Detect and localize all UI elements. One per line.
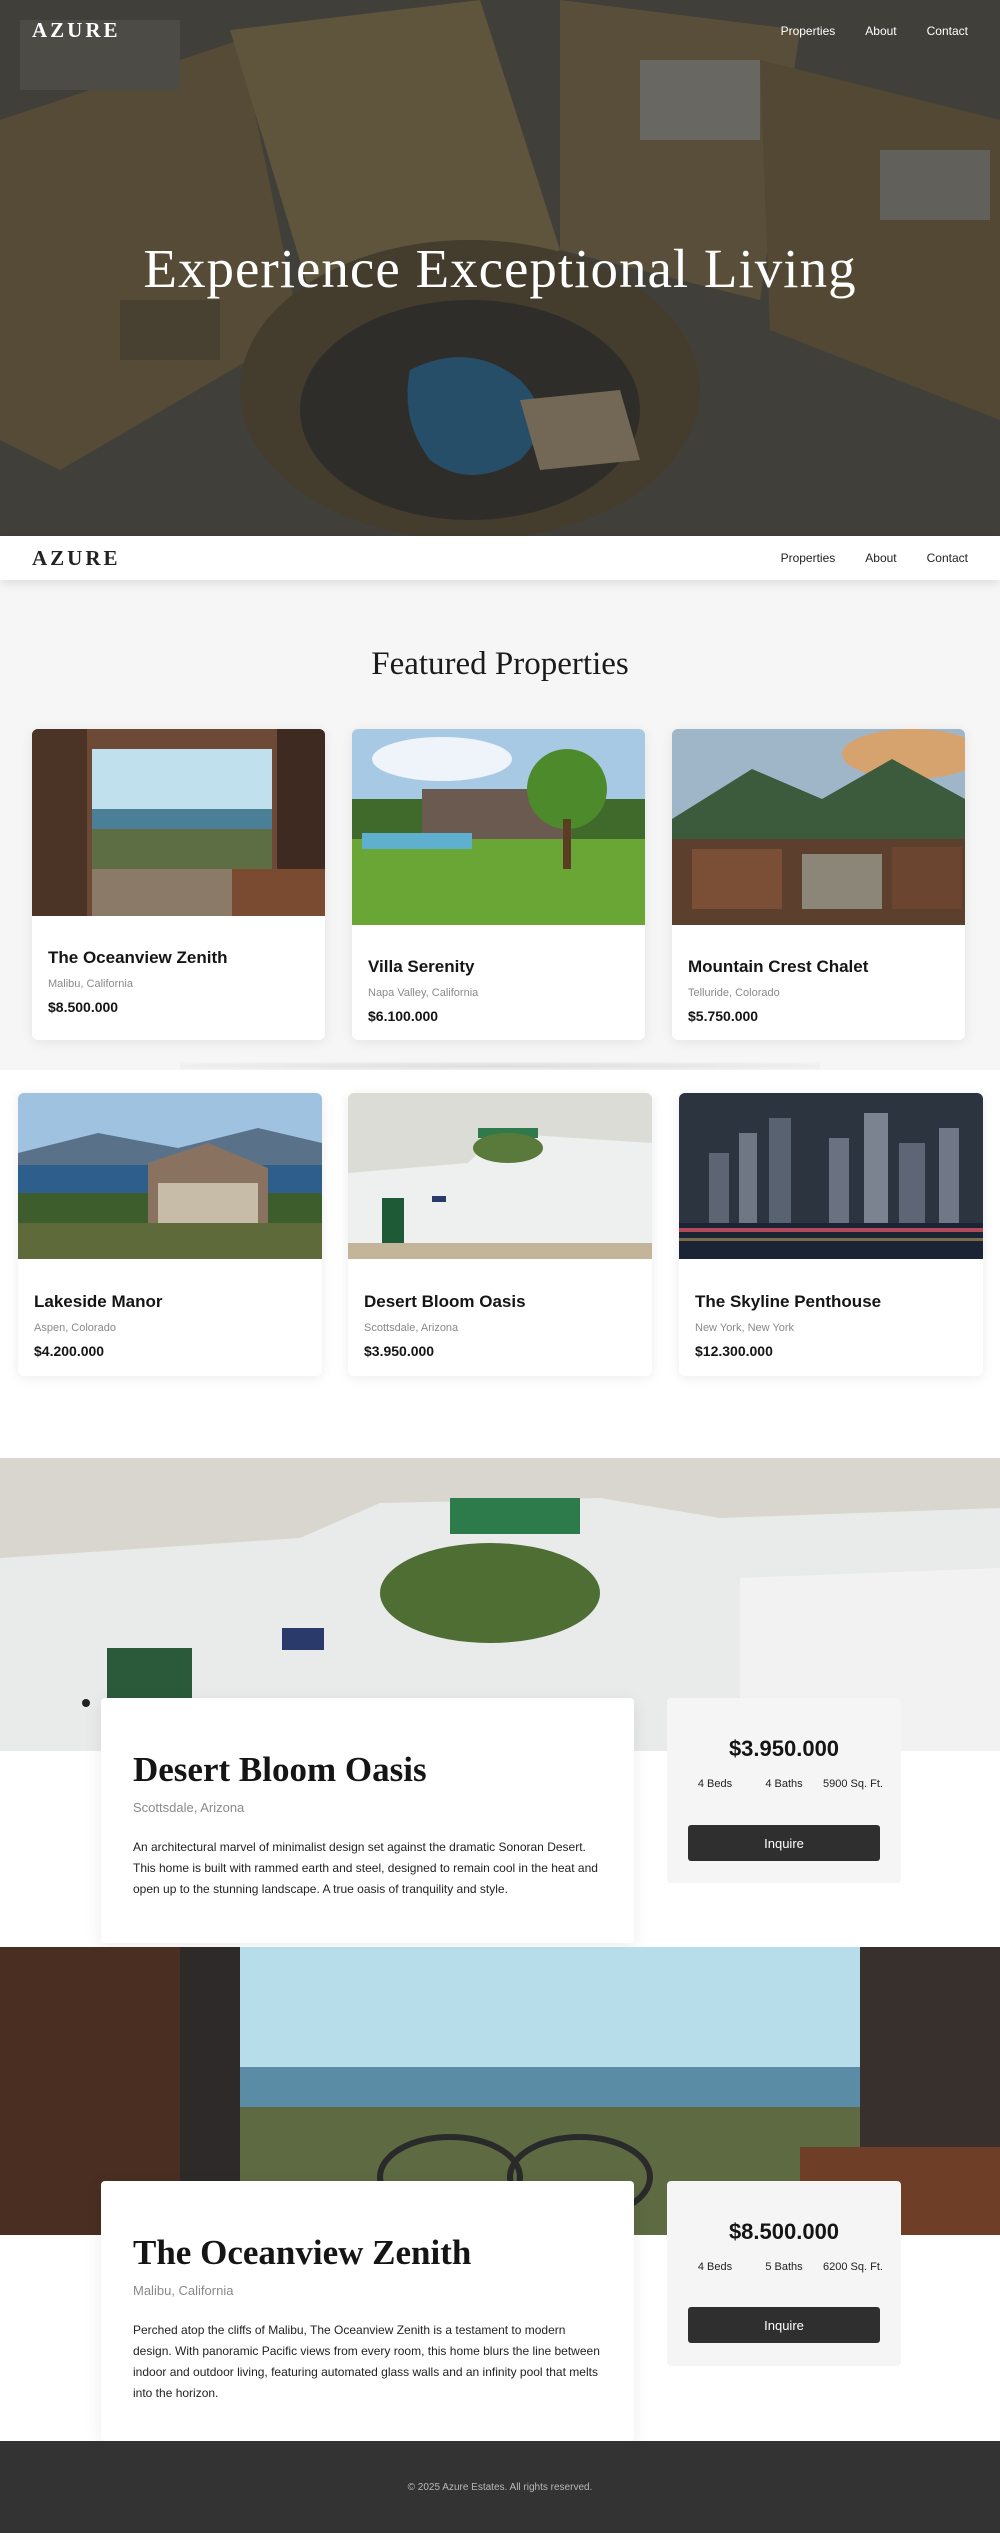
nav-link-contact[interactable]: Contact (927, 24, 968, 38)
property-image-mountain-crest (672, 729, 965, 925)
nav-link-properties[interactable]: Properties (781, 551, 836, 565)
nav-link-about[interactable]: About (865, 551, 896, 565)
property-card-title: Lakeside Manor (34, 1292, 163, 1311)
detail-location: Malibu, California (133, 2283, 234, 2298)
property-card-location: Malibu, California (48, 978, 133, 990)
detail-title: Desert Bloom Oasis (133, 1750, 427, 1789)
baths-count: 4 Baths (765, 1778, 803, 1790)
baths-count: 5 Baths (765, 2261, 803, 2273)
hero-section: AZURE Properties About Contact Experienc… (0, 0, 1000, 536)
property-card-location: Aspen, Colorado (34, 1322, 116, 1334)
property-card-title: The Oceanview Zenith (48, 948, 228, 967)
property-card-desert-bloom[interactable]: Desert Bloom Oasis Scottsdale, Arizona $… (348, 1093, 652, 1376)
property-card-price: $4.200.000 (34, 1343, 105, 1359)
price-panel-desert-bloom: $3.950.000 4 Beds 4 Baths 5900 Sq. Ft. I… (667, 1698, 901, 1883)
detail-card-oceanview: The Oceanview Zenith Malibu, California … (101, 2181, 634, 2441)
property-card-price: $8.500.000 (48, 999, 119, 1015)
footer-copyright: © 2025 Azure Estates. All rights reserve… (407, 2482, 593, 2493)
inquire-button[interactable]: Inquire (688, 1825, 880, 1861)
property-card-title: Desert Bloom Oasis (364, 1292, 526, 1311)
hero-title: Experience Exceptional Living (143, 238, 857, 299)
property-card-location: Napa Valley, California (368, 987, 479, 999)
divider-shadow (180, 1062, 820, 1070)
detail-card-desert-bloom: Desert Bloom Oasis Scottsdale, Arizona A… (101, 1698, 634, 1943)
property-card-mountain-crest[interactable]: Mountain Crest Chalet Telluride, Colorad… (672, 729, 965, 1040)
featured-section: Featured Properties The Oceanview Zenith… (0, 580, 1000, 1070)
detail-specs: 4 Beds 5 Baths 6200 Sq. Ft. (685, 2261, 883, 2273)
beds-count: 4 Beds (697, 2261, 733, 2273)
property-card-price: $12.300.000 (695, 1343, 773, 1359)
inquire-button[interactable]: Inquire (688, 2307, 880, 2343)
property-card-location: New York, New York (695, 1322, 795, 1334)
property-image-oceanview (32, 729, 325, 916)
beds-count: 4 Beds (697, 1778, 733, 1790)
detail-location: Scottsdale, Arizona (133, 1800, 245, 1815)
property-card-villa-serenity[interactable]: Villa Serenity Napa Valley, California $… (352, 729, 645, 1040)
property-card-skyline[interactable]: The Skyline Penthouse New York, New York… (679, 1093, 983, 1376)
property-card-price: $5.750.000 (688, 1008, 759, 1024)
nav-link-about[interactable]: About (865, 24, 896, 38)
property-card-price: $3.950.000 (364, 1343, 435, 1359)
price-panel-oceanview: $8.500.000 4 Beds 5 Baths 6200 Sq. Ft. I… (667, 2181, 901, 2366)
nav-link-properties[interactable]: Properties (781, 24, 836, 38)
property-card-title: The Skyline Penthouse (695, 1292, 882, 1311)
brand-logo-sticky[interactable]: AZURE (32, 546, 121, 571)
property-image-lakeside (18, 1093, 322, 1259)
property-card-location: Telluride, Colorado (688, 987, 780, 999)
sticky-navbar: AZURE Properties About Contact (0, 536, 1000, 580)
detail-specs: 4 Beds 4 Baths 5900 Sq. Ft. (685, 1778, 883, 1790)
footer: © 2025 Azure Estates. All rights reserve… (0, 2441, 1000, 2533)
area-size: 5900 Sq. Ft. (823, 1778, 883, 1790)
hero-nav-links: Properties About Contact (781, 24, 968, 38)
property-card-location: Scottsdale, Arizona (364, 1322, 459, 1334)
property-card-price: $6.100.000 (368, 1008, 439, 1024)
nav-link-contact[interactable]: Contact (927, 551, 968, 565)
detail-description: An architectural marvel of minimalist de… (133, 1840, 598, 1896)
detail-price: $8.500.000 (728, 2219, 840, 2244)
property-card-oceanview[interactable]: The Oceanview Zenith Malibu, California … (32, 729, 325, 1040)
brand-logo[interactable]: AZURE (32, 18, 121, 43)
detail-price: $3.950.000 (728, 1736, 840, 1761)
property-image-villa-serenity (352, 729, 645, 925)
property-card-lakeside[interactable]: Lakeside Manor Aspen, Colorado $4.200.00… (18, 1093, 322, 1376)
sticky-nav-links: Properties About Contact (781, 551, 968, 565)
property-card-title: Mountain Crest Chalet (688, 957, 869, 976)
property-card-title: Villa Serenity (368, 957, 475, 976)
detail-description: Perched atop the cliffs of Malibu, The O… (133, 2323, 600, 2400)
featured-title: Featured Properties (371, 646, 629, 682)
detail-title: The Oceanview Zenith (133, 2233, 472, 2272)
property-image-desert-bloom (348, 1093, 652, 1259)
area-size: 6200 Sq. Ft. (823, 2261, 883, 2273)
hero-navbar: AZURE Properties About Contact (0, 0, 1000, 62)
property-image-skyline (679, 1093, 983, 1259)
